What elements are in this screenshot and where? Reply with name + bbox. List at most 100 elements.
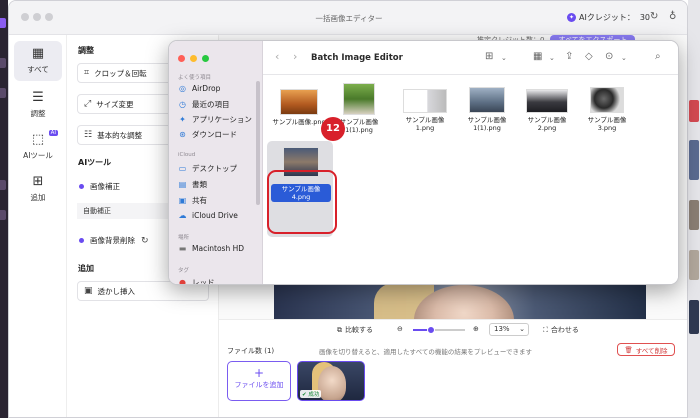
ai-credit-label: AIクレジット： (579, 13, 635, 22)
zoom-in-icon[interactable]: ⊕ (473, 325, 479, 333)
watermark-icon: ▣ (84, 286, 93, 296)
zoom-slider[interactable] (413, 326, 465, 334)
locations-heading: 場所 (178, 235, 190, 241)
finder-sidebar: よく使う項目 ◎ AirDrop ◷ 最近の項目 ✦ アプリケーション ⊛ ダウンロード… (169, 41, 263, 285)
finder-window: よく使う項目 ◎ AirDrop ◷ 最近の項目 ✦ アプリケーション ⊛ ダウンロード… (168, 40, 679, 285)
forward-icon[interactable]: › (293, 50, 297, 63)
reset-icon[interactable]: ↻ (141, 236, 149, 246)
airdrop-icon: ◎ (179, 84, 186, 93)
finder-close-button[interactable] (178, 55, 185, 62)
rail-item-label: すべて (27, 65, 49, 74)
red-tag-dot-icon: ● (179, 278, 186, 285)
dock-app-icon[interactable] (0, 18, 6, 28)
grid-view-icon[interactable]: ⊞ (485, 51, 493, 62)
more-icon[interactable]: ⊙ (605, 51, 613, 62)
file-item[interactable]: サンプル画像.png (271, 89, 327, 126)
compare-button[interactable]: ⧉ 比較する (337, 325, 373, 335)
file-thumbnail-image (469, 87, 505, 113)
sidebar-item-label: iCloud Drive (192, 211, 238, 220)
sidebar-item-label: Macintosh HD (192, 244, 245, 253)
dock-item[interactable] (0, 58, 6, 68)
sidebar-item-airdrop[interactable]: ◎ AirDrop (178, 84, 220, 93)
file-thumbnail[interactable]: ✔ 成功 (297, 361, 365, 401)
highlight-outline (267, 170, 337, 234)
sidebar-item-label: ダウンロード (192, 130, 237, 139)
add-file-label: ファイルを追加 (234, 381, 284, 389)
chevron-down-icon[interactable]: ⌄ (621, 54, 627, 62)
sidebar-item-label: 共有 (192, 196, 207, 205)
file-name: サンプル画像.png (272, 118, 326, 126)
zoom-slider-knob[interactable] (427, 326, 436, 334)
resize-icon: ⤢ (84, 99, 92, 109)
background-thumb (689, 140, 699, 180)
fit-button[interactable]: ⛶ 合わせる (543, 325, 579, 335)
crop-rotate-label: クロップ＆回転 (94, 68, 147, 78)
dock-strip (0, 0, 8, 418)
rail-item-all[interactable]: ▦ すべて (14, 41, 62, 81)
dock-item[interactable] (0, 88, 6, 98)
sidebar-item-label: アプリケーション (192, 115, 252, 124)
ai-credit-value: 30 (639, 13, 651, 22)
tag-icon[interactable]: ◇ (585, 51, 593, 62)
sidebar-item-label: レッド (192, 278, 215, 285)
sliders-icon: ☰ (32, 90, 44, 105)
rail-item-label: 調整 (30, 109, 46, 118)
sidebar-item-icloud-drive[interactable]: ☁ iCloud Drive (178, 211, 238, 220)
shared-folder-icon: ▣ (178, 196, 187, 205)
back-icon[interactable]: ‹ (275, 50, 279, 63)
chevron-down-icon[interactable]: ⌄ (549, 54, 555, 62)
finder-zoom-button[interactable] (202, 55, 209, 62)
sidebar-item-tag-red[interactable]: ● レッド (178, 277, 215, 285)
refresh-icon[interactable]: ↻ (650, 11, 658, 22)
zoom-select[interactable]: 13% ⌄ (489, 323, 529, 336)
finder-minimize-button[interactable] (190, 55, 197, 62)
dock-item[interactable] (0, 210, 6, 220)
sidebar-item-documents[interactable]: ▤ 書類 (178, 179, 207, 190)
titlebar: 一括画像エディター ✦ AIクレジット： 30 ↻ ♁ (9, 1, 687, 35)
finder-title: Batch Image Editor (311, 53, 403, 63)
delete-all-button[interactable]: 🗑 すべて削除 (617, 343, 675, 356)
share-icon[interactable]: ⇪ (565, 51, 573, 62)
ai-credit-icon: ✦ (567, 13, 576, 22)
background-thumb (689, 100, 699, 122)
sidebar-item-label: 最近の項目 (192, 100, 230, 109)
sidebar-item-recents[interactable]: ◷ 最近の項目 (178, 99, 230, 110)
file-thumbnail-image (403, 89, 447, 113)
success-badge: ✔ 成功 (300, 390, 322, 398)
file-item[interactable]: サンプル画像 1(1).png (459, 87, 515, 132)
fit-icon: ⛶ (543, 325, 548, 334)
zoom-out-icon[interactable]: ⊖ (397, 325, 403, 333)
file-item[interactable]: サンプル画像1.png (397, 89, 453, 132)
search-icon[interactable]: ⌕ (655, 51, 661, 62)
headset-icon[interactable]: ♁ (669, 11, 676, 22)
section-heading-adjust: 調整 (78, 46, 94, 55)
group-icon[interactable]: ▦ (533, 51, 542, 62)
rail-item-adjust[interactable]: ☰ 調整 (14, 85, 62, 125)
tags-heading: タグ (178, 268, 190, 274)
file-item[interactable]: サンプル画像2.png (519, 89, 575, 132)
file-name: サンプル画像 1(1).png (467, 116, 507, 132)
sidebar-item-macintosh-hd[interactable]: ▬ Macintosh HD (178, 244, 244, 253)
add-file-button[interactable]: + ファイルを追加 (227, 361, 291, 401)
file-count: ファイル数 (1) (227, 347, 275, 355)
sidebar-item-downloads[interactable]: ⊛ ダウンロード (178, 129, 237, 140)
file-item[interactable]: サンプル画像3.png (579, 87, 635, 132)
rail-item-ai-tools[interactable]: AI ⬚ AIツール (14, 127, 62, 167)
favorites-heading: よく使う項目 (178, 75, 212, 81)
plus-square-icon: ⊞ (32, 174, 44, 189)
rail-item-add[interactable]: ⊞ 追加 (14, 169, 62, 209)
chevron-down-icon[interactable]: ⌄ (501, 54, 507, 62)
file-strip: ファイル数 (1) 画像を切り替えると、適用したすべての機能の結果をプレビューで… (219, 339, 687, 417)
dock-item[interactable] (0, 180, 6, 190)
sidebar-item-applications[interactable]: ✦ アプリケーション (178, 114, 252, 125)
sidebar-item-desktop[interactable]: ▭ デスクトップ (178, 163, 237, 174)
crop-icon: ⌗ (84, 68, 90, 78)
sidebar-item-shared[interactable]: ▣ 共有 (178, 195, 207, 206)
disk-icon: ▬ (178, 244, 187, 253)
compare-icon: ⧉ (337, 325, 342, 334)
enhance-label: 画像補正 (90, 182, 120, 191)
bg-remove-option[interactable]: 画像背景削除 ↻ (79, 235, 149, 246)
sidebar-scrollbar[interactable] (256, 81, 260, 205)
enhance-option[interactable]: 画像補正 (79, 181, 120, 192)
desktop-icon: ▭ (178, 164, 187, 173)
